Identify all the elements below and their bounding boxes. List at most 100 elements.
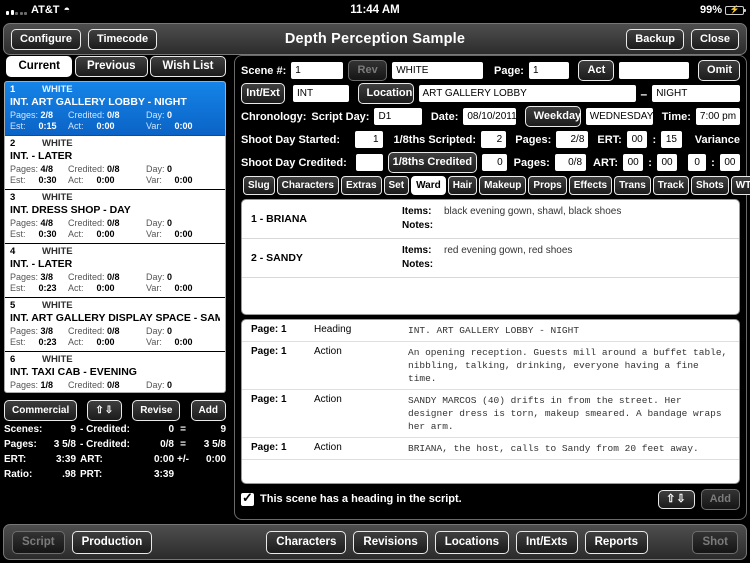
table-row-empty[interactable] (242, 278, 739, 314)
add-scene-button[interactable]: Add (190, 399, 226, 421)
tab-wt[interactable]: WT (730, 176, 750, 195)
toolbar-production-button[interactable]: Production (71, 530, 153, 554)
rev-button[interactable]: Rev (348, 60, 388, 81)
scene-list-item[interactable]: 6 WHITE INT. TAXI CAB - EVENING Pages: 1… (5, 352, 225, 392)
items-label: Items: (402, 206, 432, 217)
act-input[interactable] (619, 62, 690, 79)
summary-value-3 (192, 467, 226, 482)
tab-effects[interactable]: Effects (568, 176, 613, 195)
scene-number: 3 (10, 192, 16, 203)
variance-hours-input[interactable]: 0 (688, 154, 707, 171)
tab-track[interactable]: Track (652, 176, 689, 195)
scene-act-label: Act: (68, 337, 84, 347)
time-input[interactable]: 7:00 pm (695, 108, 741, 125)
heading-checkbox[interactable] (241, 490, 254, 506)
configure-button[interactable]: Configure (11, 28, 81, 50)
scene-list-item[interactable]: 5 WHITE INT. ART GALLERY DISPLAY SPACE -… (5, 298, 225, 352)
pages-credited-input[interactable]: 0/8 (554, 154, 587, 171)
close-button[interactable]: Close (691, 28, 739, 50)
toolbar-shot-button[interactable]: Shot (692, 530, 738, 554)
location-input[interactable]: ART GALLERY LOBBY (418, 85, 636, 102)
scene-reorder-arrows-button[interactable]: ⇧⇩ (87, 399, 123, 421)
timecode-button[interactable]: Timecode (87, 28, 158, 50)
shoot-day-started-input[interactable]: 1 (355, 131, 383, 148)
scene-est-value: 0:30 (38, 229, 57, 239)
revision-color-input[interactable]: WHITE (392, 62, 484, 79)
revise-button[interactable]: Revise (132, 399, 181, 421)
scene-revision-color: WHITE (42, 354, 73, 365)
toolbar-revisions-button[interactable]: Revisions (353, 530, 428, 554)
table-row[interactable]: Page: 1 Action BRIANA, the host, calls t… (242, 438, 739, 460)
tab-props[interactable]: Props (528, 176, 567, 195)
tab-characters[interactable]: Characters (276, 176, 339, 195)
ert-minutes-input[interactable]: 15 (661, 131, 682, 148)
toolbar-reports-button[interactable]: Reports (584, 530, 649, 554)
toolbar-characters-button[interactable]: Characters (266, 530, 347, 554)
scene-number-input[interactable]: 1 (291, 62, 344, 79)
scene-act-value: 0:00 (96, 175, 115, 185)
wardrobe-detail-table[interactable]: 1 - BRIANA Items: black evening gown, sha… (241, 199, 740, 315)
pages-scripted-input[interactable]: 2/8 (556, 131, 589, 148)
sidebar-tab-wish-list[interactable]: Wish List (150, 56, 226, 77)
tab-extras[interactable]: Extras (340, 176, 382, 195)
sidebar-tab-previous[interactable]: Previous (74, 56, 148, 77)
art-hours-input[interactable]: 00 (623, 154, 644, 171)
script-element-type: Action (314, 346, 342, 357)
tab-makeup[interactable]: Makeup (479, 176, 527, 195)
ert-hours-input[interactable]: 00 (626, 131, 648, 148)
tab-slug[interactable]: Slug (243, 176, 275, 195)
tab-trans[interactable]: Trans (614, 176, 651, 195)
location-button[interactable]: Location (357, 83, 414, 104)
script-text-table[interactable]: Page: 1 Heading INT. ART GALLERY LOBBY -… (241, 319, 740, 484)
scene-heading: INT. - LATER (10, 258, 73, 270)
act-button[interactable]: Act (578, 60, 615, 81)
scene-list[interactable]: 1 WHITE INT. ART GALLERY LOBBY - NIGHT P… (4, 81, 226, 393)
table-row[interactable]: Page: 1 Heading INT. ART GALLERY LOBBY -… (242, 320, 739, 342)
scene-revision-color: WHITE (42, 138, 73, 149)
variance-minutes-input[interactable]: 00 (719, 154, 740, 171)
art-minutes-input[interactable]: 00 (656, 154, 678, 171)
title-bar-right-buttons: Backup Close (626, 28, 739, 50)
toolbar-intexts-button[interactable]: Int/Exts (516, 530, 578, 554)
sidebar: Current Previous Wish List 1 WHITE INT. … (0, 55, 232, 520)
toolbar-locations-button[interactable]: Locations (434, 530, 510, 554)
int-ext-button[interactable]: Int/Ext (241, 83, 285, 104)
eighths-credited-button[interactable]: 1/8ths Credited (387, 152, 478, 173)
scene-list-item[interactable]: 2 WHITE INT. - LATER Pages: 4/8 Credited… (5, 136, 225, 190)
script-add-button[interactable]: Add (700, 488, 740, 510)
scene-list-item[interactable]: 1 WHITE INT. ART GALLERY LOBBY - NIGHT P… (5, 82, 225, 136)
pages-credited-label: Pages: (513, 156, 550, 169)
weekday-input[interactable]: WEDNESDAY (585, 108, 653, 125)
weekday-button[interactable]: Weekday (524, 106, 581, 127)
int-ext-input[interactable]: INT (293, 85, 349, 102)
scene-act-label: Act: (68, 391, 94, 392)
eighths-scripted-input[interactable]: 2 (481, 131, 507, 148)
toolbar-script-button[interactable]: Script (12, 530, 65, 554)
summary-label-2: ART: (80, 454, 103, 465)
commercial-button[interactable]: Commercial (4, 399, 78, 421)
eighths-credited-input[interactable]: 0 (482, 154, 507, 171)
tab-set[interactable]: Set (383, 176, 410, 195)
script-reorder-arrows-button[interactable]: ⇧⇩ (658, 489, 695, 509)
omit-button[interactable]: Omit (698, 60, 741, 81)
table-row[interactable]: 2 - SANDY Items: red evening gown, red sh… (242, 239, 739, 278)
script-day-input[interactable]: D1 (374, 108, 422, 125)
summary-label: ERT: (4, 454, 27, 465)
scene-var-value: 0:00 (174, 229, 193, 239)
tab-shots[interactable]: Shots (690, 176, 729, 195)
tab-ward[interactable]: Ward (411, 176, 446, 195)
scene-list-item[interactable]: 4 WHITE INT. - LATER Pages: 3/8 Credited… (5, 244, 225, 298)
table-row[interactable]: Page: 1 Action An opening reception. Gue… (242, 342, 739, 390)
date-input[interactable]: 08/10/2011 (463, 108, 516, 125)
shoot-day-credited-input[interactable] (355, 154, 383, 171)
table-row[interactable]: 1 - BRIANA Items: black evening gown, sha… (242, 200, 739, 239)
backup-button[interactable]: Backup (626, 28, 685, 50)
scene-credited-label: Credited: (68, 164, 105, 174)
scene-list-item[interactable]: 3 WHITE INT. DRESS SHOP - DAY Pages: 4/8… (5, 190, 225, 244)
page-input[interactable]: 1 (528, 62, 570, 79)
day-night-input[interactable]: NIGHT (652, 85, 740, 102)
sidebar-tab-current[interactable]: Current (6, 56, 72, 77)
table-row[interactable]: Page: 1 Action SANDY MARCOS (40) drifts … (242, 390, 739, 438)
tab-hair[interactable]: Hair (447, 176, 478, 195)
scene-act-label: Act: (68, 283, 84, 293)
